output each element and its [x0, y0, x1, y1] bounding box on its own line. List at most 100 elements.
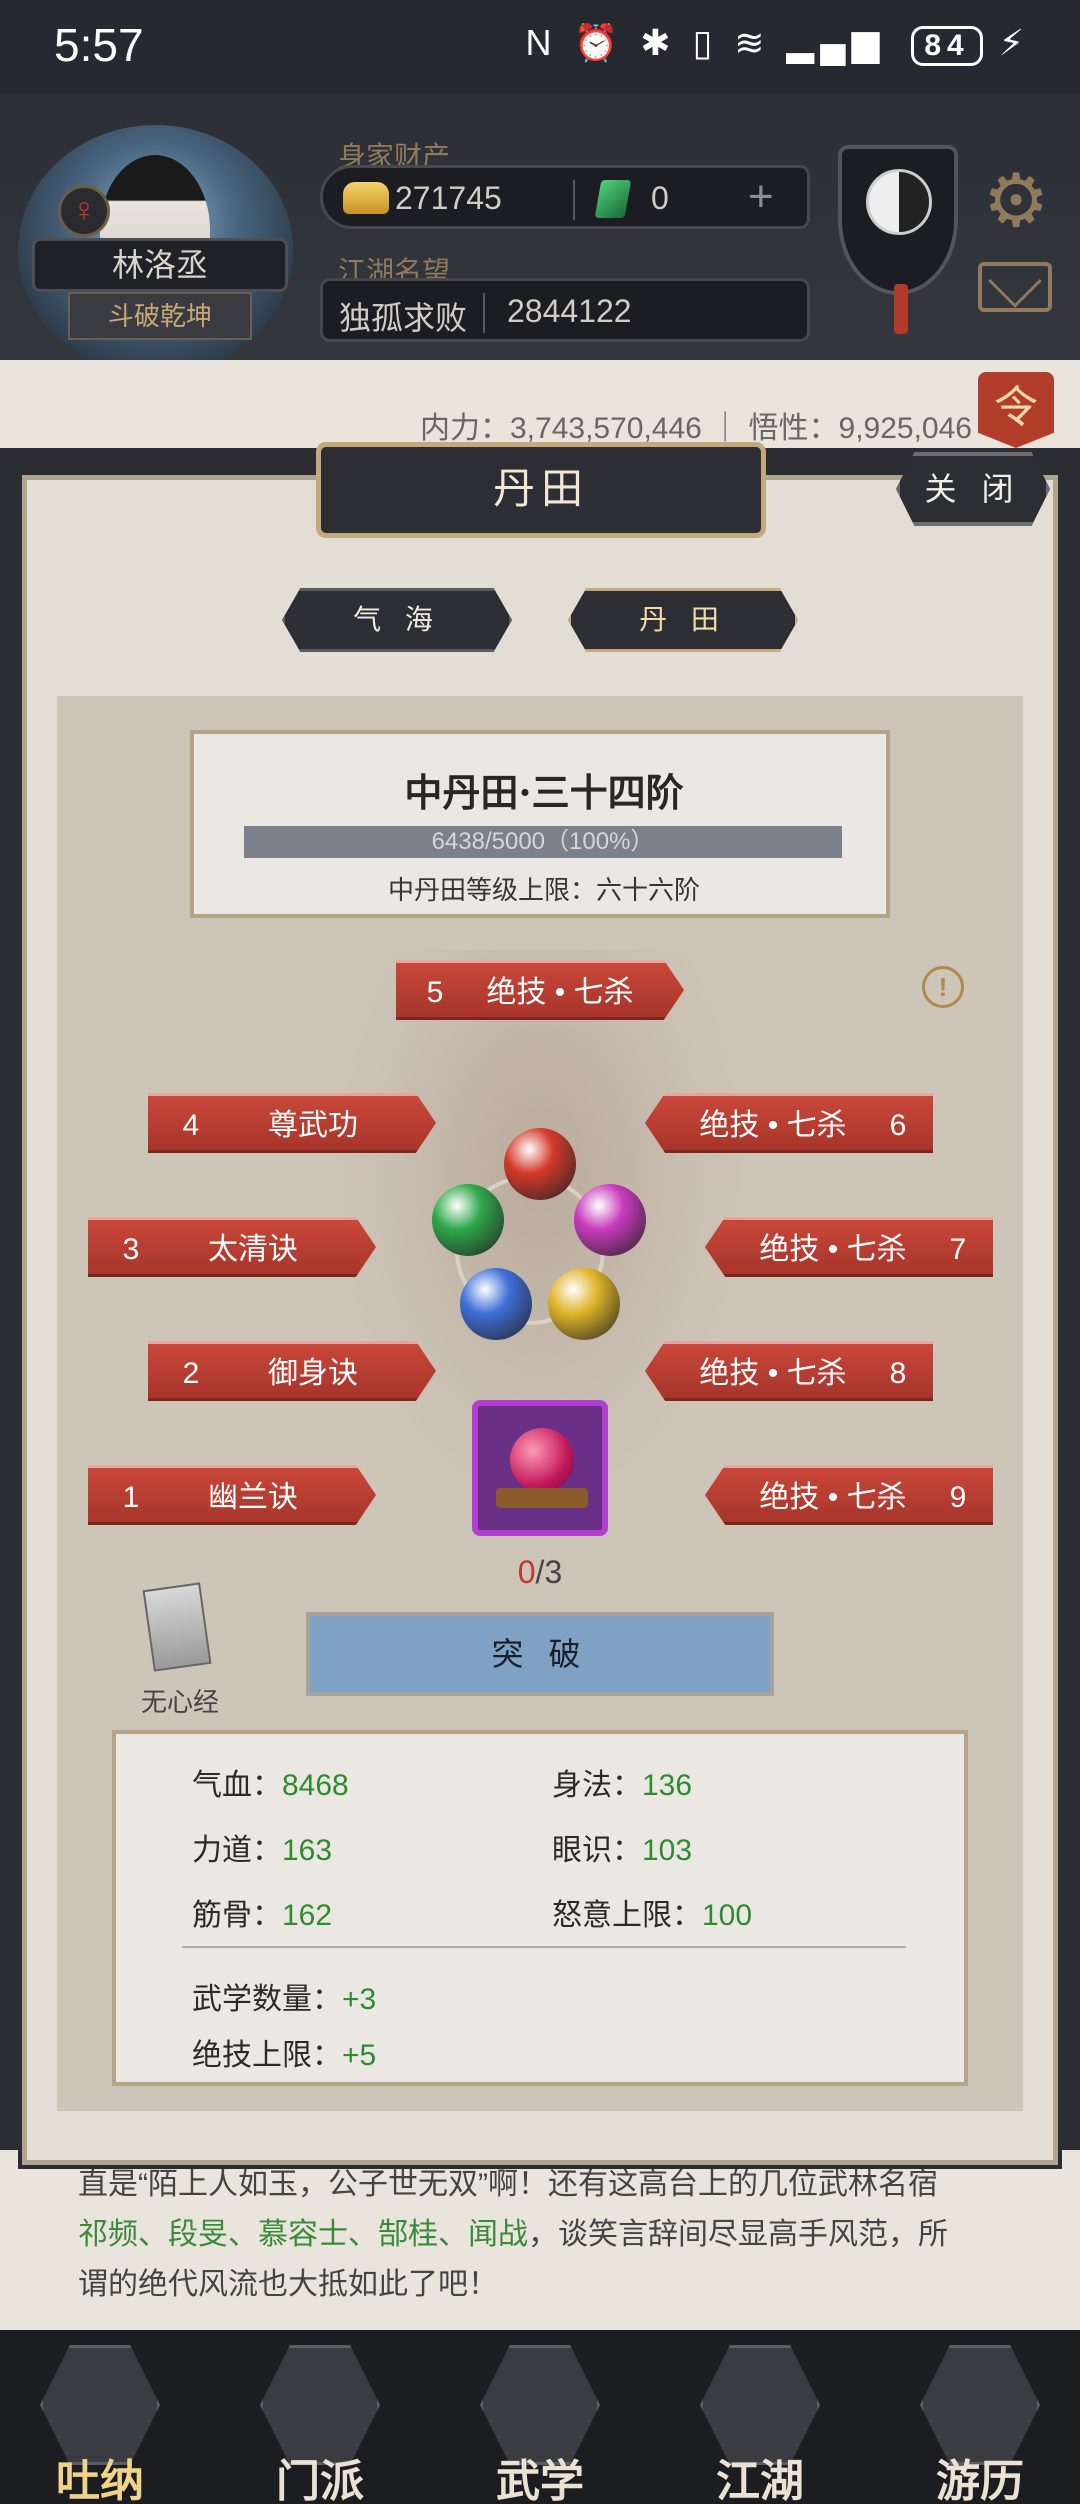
skill-name: 太清诀: [208, 1233, 298, 1266]
skill-name: 御身诀: [268, 1357, 358, 1390]
stat-value: 162: [282, 1899, 333, 1932]
divider: [483, 293, 485, 333]
nav-wuxue[interactable]: 武学: [470, 2345, 610, 2504]
battery-icon: 84: [911, 26, 983, 66]
story-text: 直是“陌上人如玉，公子世无双”啊！还有这高台上的几位武林名宿 祁频、段旻、慕容士…: [0, 2150, 1080, 2350]
nav-jianghu[interactable]: 江湖: [690, 2345, 830, 2504]
story-line-2: 祁频、段旻、慕容士、郜桂、闻战，谈笑言辞间尽显高手风范，所: [78, 2210, 948, 2260]
skill-number: 2: [182, 1357, 200, 1390]
mail-icon[interactable]: [978, 262, 1052, 312]
skill-name: 尊武功: [268, 1109, 358, 1142]
skill-slot-1[interactable]: 1 幽兰诀: [88, 1465, 376, 1525]
info-icon[interactable]: !: [922, 966, 964, 1008]
metal-orb-icon[interactable]: [548, 1268, 620, 1340]
jade-icon: [594, 180, 632, 218]
tab-dantian[interactable]: 丹 田: [568, 588, 798, 652]
stats-divider: [182, 1946, 906, 1948]
taiji-icon: [866, 169, 932, 235]
stat-label: 力道：: [192, 1834, 282, 1867]
skill-number: 9: [949, 1481, 967, 1514]
story-line-2-rest: ，谈笑言辞间尽显高手风范，所: [528, 2218, 948, 2251]
skill-number: 5: [426, 976, 444, 1009]
skill-slot-5[interactable]: 5 绝技 • 七杀: [396, 960, 684, 1020]
dantian-limit: 中丹田等级上限：六十六阶: [387, 875, 700, 905]
stat-value: 103: [642, 1834, 693, 1867]
skill-slot-9[interactable]: 绝技 • 七杀 9: [705, 1465, 993, 1525]
item-count-total: /3: [535, 1554, 563, 1590]
player-title: 斗破乾坤: [68, 292, 252, 340]
stat-wuxue: 武学数量：+3: [192, 1974, 376, 2018]
stat-jueji: 绝技上限：+5: [192, 2030, 376, 2074]
dantian-level-name: 中丹田·三十四阶: [404, 770, 684, 815]
poison-orb-icon[interactable]: [574, 1184, 646, 1256]
story-line-1: 直是“陌上人如玉，公子世无双”啊！还有这高台上的几位武林名宿: [78, 2168, 938, 2201]
stat-value: 163: [282, 1834, 333, 1867]
stat-label: 绝技上限：: [192, 2039, 342, 2072]
gold-value: 271745: [395, 180, 502, 216]
progress-text: 6438/5000（100%）: [431, 828, 655, 855]
tab-qihai[interactable]: 气 海: [282, 588, 512, 652]
skill-name: 绝技 • 七杀: [759, 1481, 907, 1514]
item-count: 0/3: [500, 1554, 580, 1591]
skill-name: 绝技 • 七杀: [699, 1109, 847, 1142]
pearl-icon: [510, 1428, 574, 1492]
fame-title: 独孤求败: [339, 300, 468, 336]
gear-icon[interactable]: ⚙: [983, 158, 1049, 244]
stat-nuyi: 怒意上限：100: [552, 1890, 752, 1934]
skill-number: 3: [122, 1233, 140, 1266]
skill-name: 绝技 • 七杀: [759, 1233, 907, 1266]
stat-lidao: 力道：163: [192, 1825, 332, 1869]
order-button[interactable]: 令: [978, 372, 1054, 448]
nav-youli[interactable]: 游历: [910, 2345, 1050, 2504]
wood-orb-icon[interactable]: [432, 1184, 504, 1256]
divider: [573, 180, 575, 220]
add-currency-button[interactable]: +: [748, 172, 774, 222]
stat-label: 武学数量：: [192, 1983, 342, 2016]
water-orb-icon[interactable]: [460, 1268, 532, 1340]
charging-icon: ⚡: [998, 22, 1030, 63]
fire-orb-icon[interactable]: [504, 1128, 576, 1200]
player-name: 林洛丞: [32, 238, 288, 292]
breakthrough-item-slot[interactable]: [472, 1400, 608, 1536]
stat-qixue: 气血：8468: [192, 1760, 349, 1804]
fame-value: 2844122: [507, 293, 632, 329]
dantian-level-box: 中丹田·三十四阶 6438/5000（100%） 中丹田等级上限：六十六阶: [190, 730, 890, 918]
manual-label: 无心经: [140, 1687, 219, 1717]
skill-number: 4: [182, 1109, 200, 1142]
manual-icon[interactable]: [128, 1580, 226, 1680]
stat-value: 100: [702, 1899, 753, 1932]
stat-label: 怒意上限：: [552, 1899, 702, 1932]
stat-label: 眼识：: [552, 1834, 642, 1867]
skill-slot-2[interactable]: 2 御身诀: [148, 1341, 436, 1401]
stat-jingu: 筋骨：162: [192, 1890, 332, 1934]
attribute-box: 气血：8468 身法：136 力道：163 眼识：103 筋骨：162 怒意上限…: [112, 1730, 968, 2086]
status-bar: 5:57 N ⏰ ✱ ▯ ≋ ▂▄▆ 84 ⚡: [0, 0, 1080, 95]
stat-value: 136: [642, 1769, 693, 1802]
skill-slot-7[interactable]: 绝技 • 七杀 7: [705, 1217, 993, 1277]
skill-number: 8: [889, 1357, 907, 1390]
nav-label: 游历: [936, 2456, 1024, 2504]
jade-value: 0: [651, 180, 669, 216]
modal-title: 丹田: [316, 442, 766, 538]
nav-label: 门派: [276, 2456, 364, 2504]
stat-shenfa: 身法：136: [552, 1760, 692, 1804]
stat-yanshi: 眼识：103: [552, 1825, 692, 1869]
skill-slot-4[interactable]: 4 尊武功: [148, 1093, 436, 1153]
story-line-3: 谓的绝代风流也大抵如此了吧！: [78, 2268, 498, 2301]
fame-bar: 独孤求败 2844122: [320, 278, 810, 342]
breakthrough-button[interactable]: 突 破: [306, 1612, 774, 1696]
status-icons: N ⏰ ✱ ▯ ≋ ▂▄▆ 84 ⚡: [525, 22, 1030, 66]
taiji-button[interactable]: [838, 145, 958, 334]
status-icons-glyphs: N ⏰ ✱ ▯ ≋ ▂▄▆: [525, 22, 886, 63]
skill-number: 7: [949, 1233, 967, 1266]
nav-tuna[interactable]: 吐纳: [30, 2345, 170, 2504]
nav-label: 武学: [496, 2456, 584, 2504]
skill-slot-3[interactable]: 3 太清诀: [88, 1217, 376, 1277]
skill-name: 幽兰诀: [208, 1481, 298, 1514]
close-button[interactable]: 关 闭: [896, 452, 1050, 526]
skill-slot-6[interactable]: 绝技 • 七杀 6: [645, 1093, 933, 1153]
stat-label: 身法：: [552, 1769, 642, 1802]
book-cover-icon: [142, 1582, 212, 1672]
skill-slot-8[interactable]: 绝技 • 七杀 8: [645, 1341, 933, 1401]
nav-menpai[interactable]: 门派: [250, 2345, 390, 2504]
